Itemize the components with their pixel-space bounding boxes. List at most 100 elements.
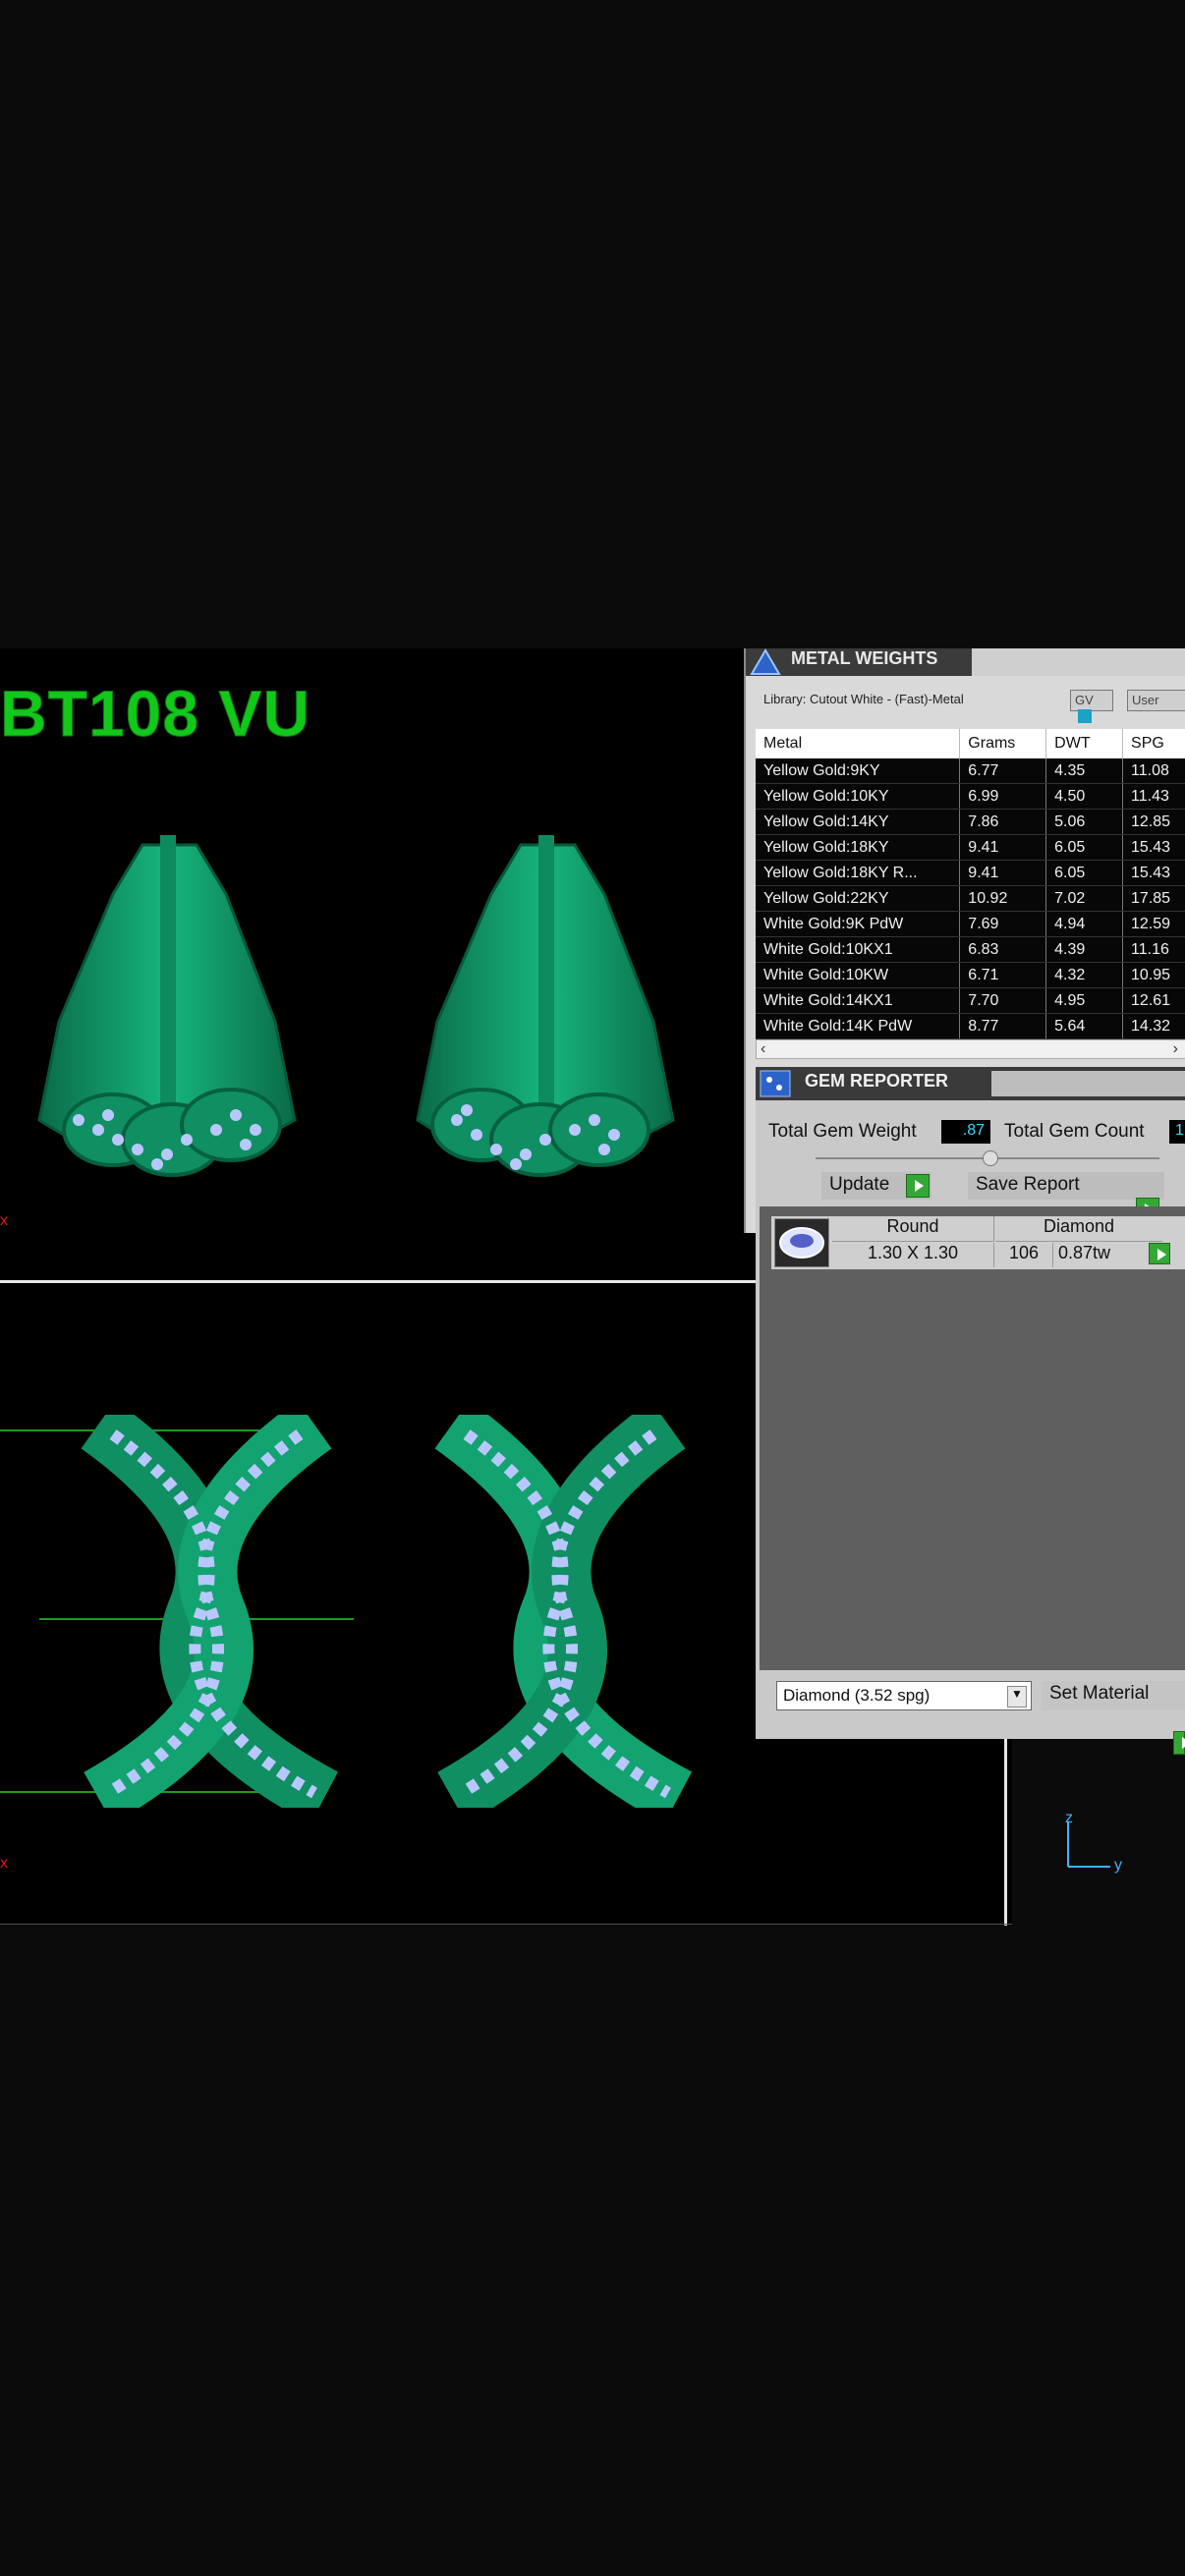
cell-metal: White Gold:9K PdW bbox=[756, 911, 961, 937]
scroll-right-icon[interactable]: › bbox=[1173, 1040, 1178, 1058]
total-gem-count-label: Total Gem Count bbox=[1004, 1121, 1145, 1142]
set-material-play-icon[interactable] bbox=[1173, 1731, 1185, 1755]
cell-dwt: 6.05 bbox=[1045, 834, 1124, 861]
gem-reporter-title: GEM REPORTER bbox=[805, 1071, 949, 1091]
update-button-label: Update bbox=[829, 1174, 890, 1195]
earrings-front-view bbox=[37, 835, 675, 1177]
gem-splitter-handle[interactable] bbox=[983, 1150, 998, 1166]
update-play-icon[interactable] bbox=[906, 1174, 930, 1198]
view-separator bbox=[0, 1280, 757, 1283]
material-dropdown[interactable]: Diamond (3.52 spg) ▼ bbox=[776, 1681, 1032, 1710]
set-material-button[interactable]: Set Material bbox=[1042, 1681, 1185, 1710]
gem-material-cell: Diamond bbox=[995, 1216, 1162, 1242]
table-row[interactable]: White Gold:10KW 6.71 4.32 10.95 bbox=[756, 962, 1185, 988]
table-row[interactable]: White Gold:10KX1 6.83 4.39 11.16 bbox=[756, 936, 1185, 963]
earring-left-front bbox=[37, 835, 297, 1177]
cell-dwt: 4.95 bbox=[1045, 987, 1124, 1014]
cell-spg: 17.85 bbox=[1122, 885, 1185, 912]
cell-spg: 12.61 bbox=[1122, 987, 1185, 1014]
cell-grams: 7.86 bbox=[959, 809, 1047, 835]
metal-weights-titlebar: METAL WEIGHTS bbox=[746, 648, 1185, 676]
material-dropdown-value: Diamond (3.52 spg) bbox=[783, 1686, 931, 1705]
cell-metal: Yellow Gold:10KY bbox=[756, 783, 961, 810]
gem-list-area bbox=[760, 1206, 1185, 1670]
cell-metal: Yellow Gold:9KY bbox=[756, 758, 961, 784]
cell-dwt: 5.06 bbox=[1045, 809, 1124, 835]
cell-dwt: 4.50 bbox=[1045, 783, 1124, 810]
gem-list-row[interactable]: Round 1.30 X 1.30 Diamond 106 0.87tw bbox=[771, 1216, 1185, 1269]
gem-thumbnail bbox=[774, 1218, 829, 1267]
cell-metal: White Gold:10KW bbox=[756, 962, 961, 988]
table-row[interactable]: Yellow Gold:10KY 6.99 4.50 11.43 bbox=[756, 783, 1185, 810]
round-gem-icon bbox=[779, 1227, 824, 1259]
cell-grams: 6.71 bbox=[959, 962, 1047, 988]
axis-y-label: y bbox=[1114, 1857, 1122, 1874]
cell-grams: 10.92 bbox=[959, 885, 1047, 912]
column-header-metal[interactable]: Metal bbox=[756, 729, 961, 758]
user-toggle[interactable]: User bbox=[1127, 690, 1185, 711]
viewport-bottom-border bbox=[0, 1924, 1012, 1925]
table-row[interactable]: Yellow Gold:22KY 10.92 7.02 17.85 bbox=[756, 885, 1185, 912]
part-title: BT108 VU bbox=[0, 677, 311, 751]
axis-x-marker-bottom: x bbox=[0, 1855, 8, 1872]
horizontal-scrollbar[interactable]: ‹ › bbox=[756, 1039, 1185, 1059]
scroll-left-icon[interactable]: ‹ bbox=[761, 1040, 765, 1058]
cell-dwt: 4.35 bbox=[1045, 758, 1124, 784]
set-material-button-label: Set Material bbox=[1049, 1683, 1150, 1704]
cell-grams: 6.77 bbox=[959, 758, 1047, 784]
column-header-grams[interactable]: Grams bbox=[959, 729, 1047, 758]
cell-metal: White Gold:10KX1 bbox=[756, 936, 961, 963]
cell-spg: 14.32 bbox=[1122, 1013, 1185, 1039]
gem-weight-cell: 0.87tw bbox=[1058, 1243, 1111, 1262]
cell-grams: 6.99 bbox=[959, 783, 1047, 810]
cell-spg: 10.95 bbox=[1122, 962, 1185, 988]
gem-count-cell: 106 bbox=[995, 1243, 1053, 1267]
table-row[interactable]: Yellow Gold:14KY 7.86 5.06 12.85 bbox=[756, 809, 1185, 835]
earring-right-front bbox=[416, 835, 675, 1177]
cell-dwt: 5.64 bbox=[1045, 1013, 1124, 1039]
save-report-button-label: Save Report bbox=[976, 1174, 1080, 1195]
table-row[interactable]: Yellow Gold:9KY 6.77 4.35 11.08 bbox=[756, 758, 1185, 784]
total-gem-weight-value: .87 bbox=[941, 1120, 990, 1144]
table-row[interactable]: Yellow Gold:18KY 9.41 6.05 15.43 bbox=[756, 834, 1185, 861]
view-separator-vertical bbox=[1004, 1739, 1007, 1926]
earring-left-side bbox=[81, 1415, 339, 1808]
library-label: Library: Cutout White - (Fast)-Metal bbox=[763, 692, 964, 706]
cell-metal: White Gold:14K PdW bbox=[756, 1013, 961, 1039]
save-report-button[interactable]: Save Report bbox=[968, 1172, 1164, 1200]
table-header-row: Metal Grams DWT SPG bbox=[756, 729, 1185, 758]
cell-spg: 15.43 bbox=[1122, 834, 1185, 861]
axis-x-marker-top: x bbox=[0, 1212, 8, 1229]
cell-metal: Yellow Gold:22KY bbox=[756, 885, 961, 912]
gem-size-cell: 1.30 X 1.30 bbox=[832, 1243, 994, 1267]
gv-label: GV bbox=[1075, 693, 1094, 707]
cell-metal: Yellow Gold:18KY R... bbox=[756, 860, 961, 886]
table-row[interactable]: White Gold:14KX1 7.70 4.95 12.61 bbox=[756, 987, 1185, 1014]
metal-weights-icon bbox=[750, 648, 781, 675]
cell-spg: 12.85 bbox=[1122, 809, 1185, 835]
table-row[interactable]: White Gold:14K PdW 8.77 5.64 14.32 bbox=[756, 1013, 1185, 1039]
gv-toggle[interactable]: GV bbox=[1070, 690, 1113, 723]
cell-spg: 15.43 bbox=[1122, 860, 1185, 886]
cell-metal: Yellow Gold:14KY bbox=[756, 809, 961, 835]
cell-spg: 11.08 bbox=[1122, 758, 1185, 784]
cell-grams: 9.41 bbox=[959, 834, 1047, 861]
cell-spg: 11.43 bbox=[1122, 783, 1185, 810]
table-row[interactable]: Yellow Gold:18KY R... 9.41 6.05 15.43 bbox=[756, 860, 1185, 886]
cell-grams: 9.41 bbox=[959, 860, 1047, 886]
cell-metal: Yellow Gold:18KY bbox=[756, 834, 961, 861]
cell-dwt: 6.05 bbox=[1045, 860, 1124, 886]
earrings-side-view bbox=[0, 1415, 693, 1808]
column-header-spg[interactable]: SPG bbox=[1122, 729, 1185, 758]
cell-grams: 8.77 bbox=[959, 1013, 1047, 1039]
column-header-dwt[interactable]: DWT bbox=[1045, 729, 1124, 758]
cell-metal: White Gold:14KX1 bbox=[756, 987, 961, 1014]
metal-weights-table: Metal Grams DWT SPG Yellow Gold:9KY 6.77 4… bbox=[756, 729, 1185, 1039]
table-row[interactable]: White Gold:9K PdW 7.69 4.94 12.59 bbox=[756, 911, 1185, 937]
chevron-down-icon[interactable]: ▼ bbox=[1007, 1686, 1027, 1708]
gv-indicator bbox=[1078, 708, 1092, 723]
total-gem-count-value: 1 bbox=[1169, 1120, 1185, 1144]
gem-row-play-icon[interactable] bbox=[1149, 1243, 1170, 1264]
cell-spg: 12.59 bbox=[1122, 911, 1185, 937]
gem-reporter-icon bbox=[760, 1070, 791, 1097]
